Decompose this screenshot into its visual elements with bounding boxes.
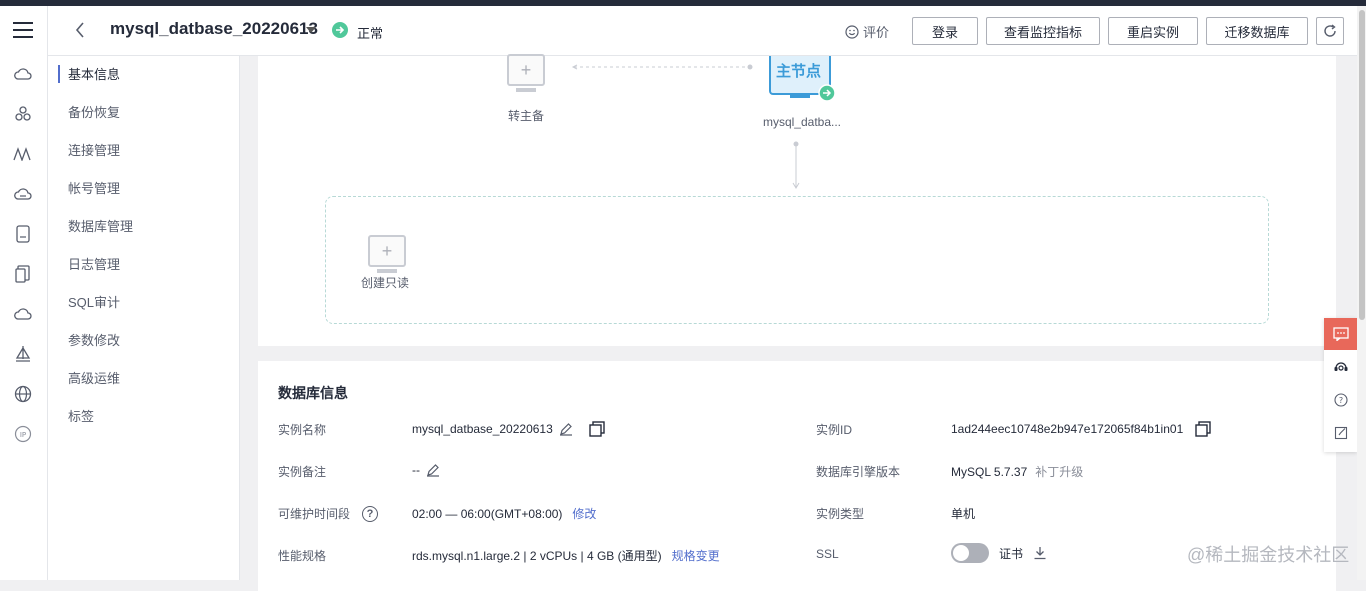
sail-icon[interactable] [13,344,33,364]
engine-version-label: 数据库引擎版本 [816,465,901,479]
edit-icon[interactable] [426,463,440,477]
instance-name-value: mysql_datbase_20220613 [412,421,605,437]
engine-version-value: MySQL 5.7.37 补丁升级 [951,463,1083,480]
chat-icon[interactable] [1324,318,1357,350]
nav-database-mgmt[interactable]: 数据库管理 [48,215,240,239]
master-node-label[interactable]: mysql_datba... [752,115,852,129]
globe-icon[interactable] [13,384,33,404]
floating-toolbar: ? [1324,318,1357,452]
help-icon[interactable]: ? [1324,383,1357,416]
node-stand [516,88,536,92]
help-icon[interactable]: ? [362,505,379,522]
add-standby-node-icon[interactable]: + [507,54,545,86]
back-icon[interactable] [74,20,90,40]
nav-connection-mgmt[interactable]: 连接管理 [48,139,240,163]
change-flavor-link[interactable]: 规格变更 [672,547,720,564]
status-ok-icon [332,22,348,38]
instance-id-value: 1ad244eec10748e2b947e172065f84b1in01 [951,421,1211,437]
maintenance-window-value: 02:00 — 06:00(GMT+08:00) 修改 [412,505,596,522]
patch-upgrade-link[interactable]: 补丁升级 [1035,463,1083,480]
instance-name-label: 实例名称 [278,423,327,437]
database-icon[interactable] [13,184,33,204]
login-button[interactable]: 登录 [912,17,978,45]
remark-text: -- [412,463,420,477]
master-node[interactable]: 主节点 [768,49,836,102]
add-readonly-node-icon[interactable]: + [368,235,406,267]
ssl-value: 证书 [951,543,1047,563]
readonly-link [792,141,800,189]
instance-name-text: mysql_datbase_20220613 [412,422,553,436]
instance-type-label: 实例类型 [816,507,865,521]
side-nav: 基本信息 备份恢复 连接管理 帐号管理 数据库管理 日志管理 SQL审计 参数修… [48,56,240,580]
node-stand [377,269,397,273]
svg-text:IP: IP [20,431,26,439]
edit-icon[interactable] [559,422,573,436]
menu-icon[interactable] [13,22,33,38]
flavor-text: rds.mysql.n1.large.2 | 2 vCPUs | 4 GB (通… [412,549,662,563]
maintenance-window-time: 02:00 — 06:00(GMT+08:00) [412,506,563,521]
refresh-icon[interactable] [1316,17,1344,45]
cloud-service-icon[interactable] [13,64,33,84]
page-header: mysql_datbase_20220613 正常 评价 登录 查看监控指标 重… [48,6,1357,56]
smile-icon [845,24,859,39]
remark-value: -- [412,463,440,477]
engine-version-text: MySQL 5.7.37 [951,464,1028,479]
flavor-value: rds.mysql.n1.large.2 | 2 vCPUs | 4 GB (通… [412,547,720,564]
watermark: @稀土掘金技术社区 [1187,545,1350,565]
nav-parameters[interactable]: 参数修改 [48,329,240,353]
instance-id-label: 实例ID [816,423,853,437]
network-icon[interactable] [13,144,33,164]
ip-icon[interactable]: IP [13,424,33,444]
create-readonly-label[interactable]: 创建只读 [353,274,417,291]
database-info-card: 数据库信息 实例名称 mysql_datbase_20220613 实例备注 -… [258,361,1336,591]
ssl-label: SSL [816,547,839,561]
flavor-label: 性能规格 [278,549,327,563]
instance-id-text: 1ad244eec10748e2b947e172065f84b1in01 [951,422,1184,436]
instance-type-value: 单机 [951,507,976,521]
topology-card: + 转主备 主节点 mysql_datba... + 创建只读 [258,49,1336,346]
certificate-text: 证书 [999,546,1024,561]
nav-account-mgmt[interactable]: 帐号管理 [48,177,240,201]
readonly-area: + 创建只读 [325,196,1269,324]
rate-label: 评价 [863,25,890,40]
replication-link [571,64,753,70]
nav-tags[interactable]: 标签 [48,405,240,429]
nav-sql-audit[interactable]: SQL审计 [48,291,240,315]
modify-maintenance-link[interactable]: 修改 [572,505,596,522]
rate-button[interactable]: 评价 [845,22,889,41]
feedback-icon[interactable] [1324,416,1357,449]
migrate-database-button[interactable]: 迁移数据库 [1206,17,1308,45]
instance-title: mysql_datbase_20220613 [110,19,318,38]
master-badge: 主节点 [776,63,822,80]
customer-service-icon[interactable] [1324,350,1357,383]
copy-icon[interactable] [1195,421,1211,437]
main-content: + 转主备 主节点 mysql_datba... + 创建只读 数据库信息 实例… [240,49,1357,591]
download-icon[interactable] [1033,546,1047,560]
restart-instance-button[interactable]: 重启实例 [1108,17,1198,45]
copy-icon[interactable] [589,421,605,437]
status-text: 正常 [357,26,384,41]
ssl-toggle[interactable] [951,543,989,563]
cloud-icon[interactable] [13,304,33,324]
maintenance-window-label: 可维护时间段 ? [278,505,379,522]
icon-rail: IP [0,6,48,580]
standby-label[interactable]: 转主备 [494,107,558,124]
remark-label: 实例备注 [278,465,327,479]
section-title: 数据库信息 [278,385,348,401]
svg-text:?: ? [1338,396,1342,405]
nav-basic-info[interactable]: 基本信息 [48,63,240,87]
instance-switch-caret-icon[interactable] [306,27,316,33]
nav-advanced-ops[interactable]: 高级运维 [48,367,240,391]
scrollbar-thumb[interactable] [1359,10,1365,320]
maintenance-window-text: 可维护时间段 [278,507,351,521]
cluster-icon[interactable] [13,104,33,124]
nav-backup-restore[interactable]: 备份恢复 [48,101,240,125]
storage-icon[interactable] [13,224,33,244]
view-metrics-button[interactable]: 查看监控指标 [986,17,1100,45]
document-icon[interactable] [13,264,33,284]
nav-log-mgmt[interactable]: 日志管理 [48,253,240,277]
